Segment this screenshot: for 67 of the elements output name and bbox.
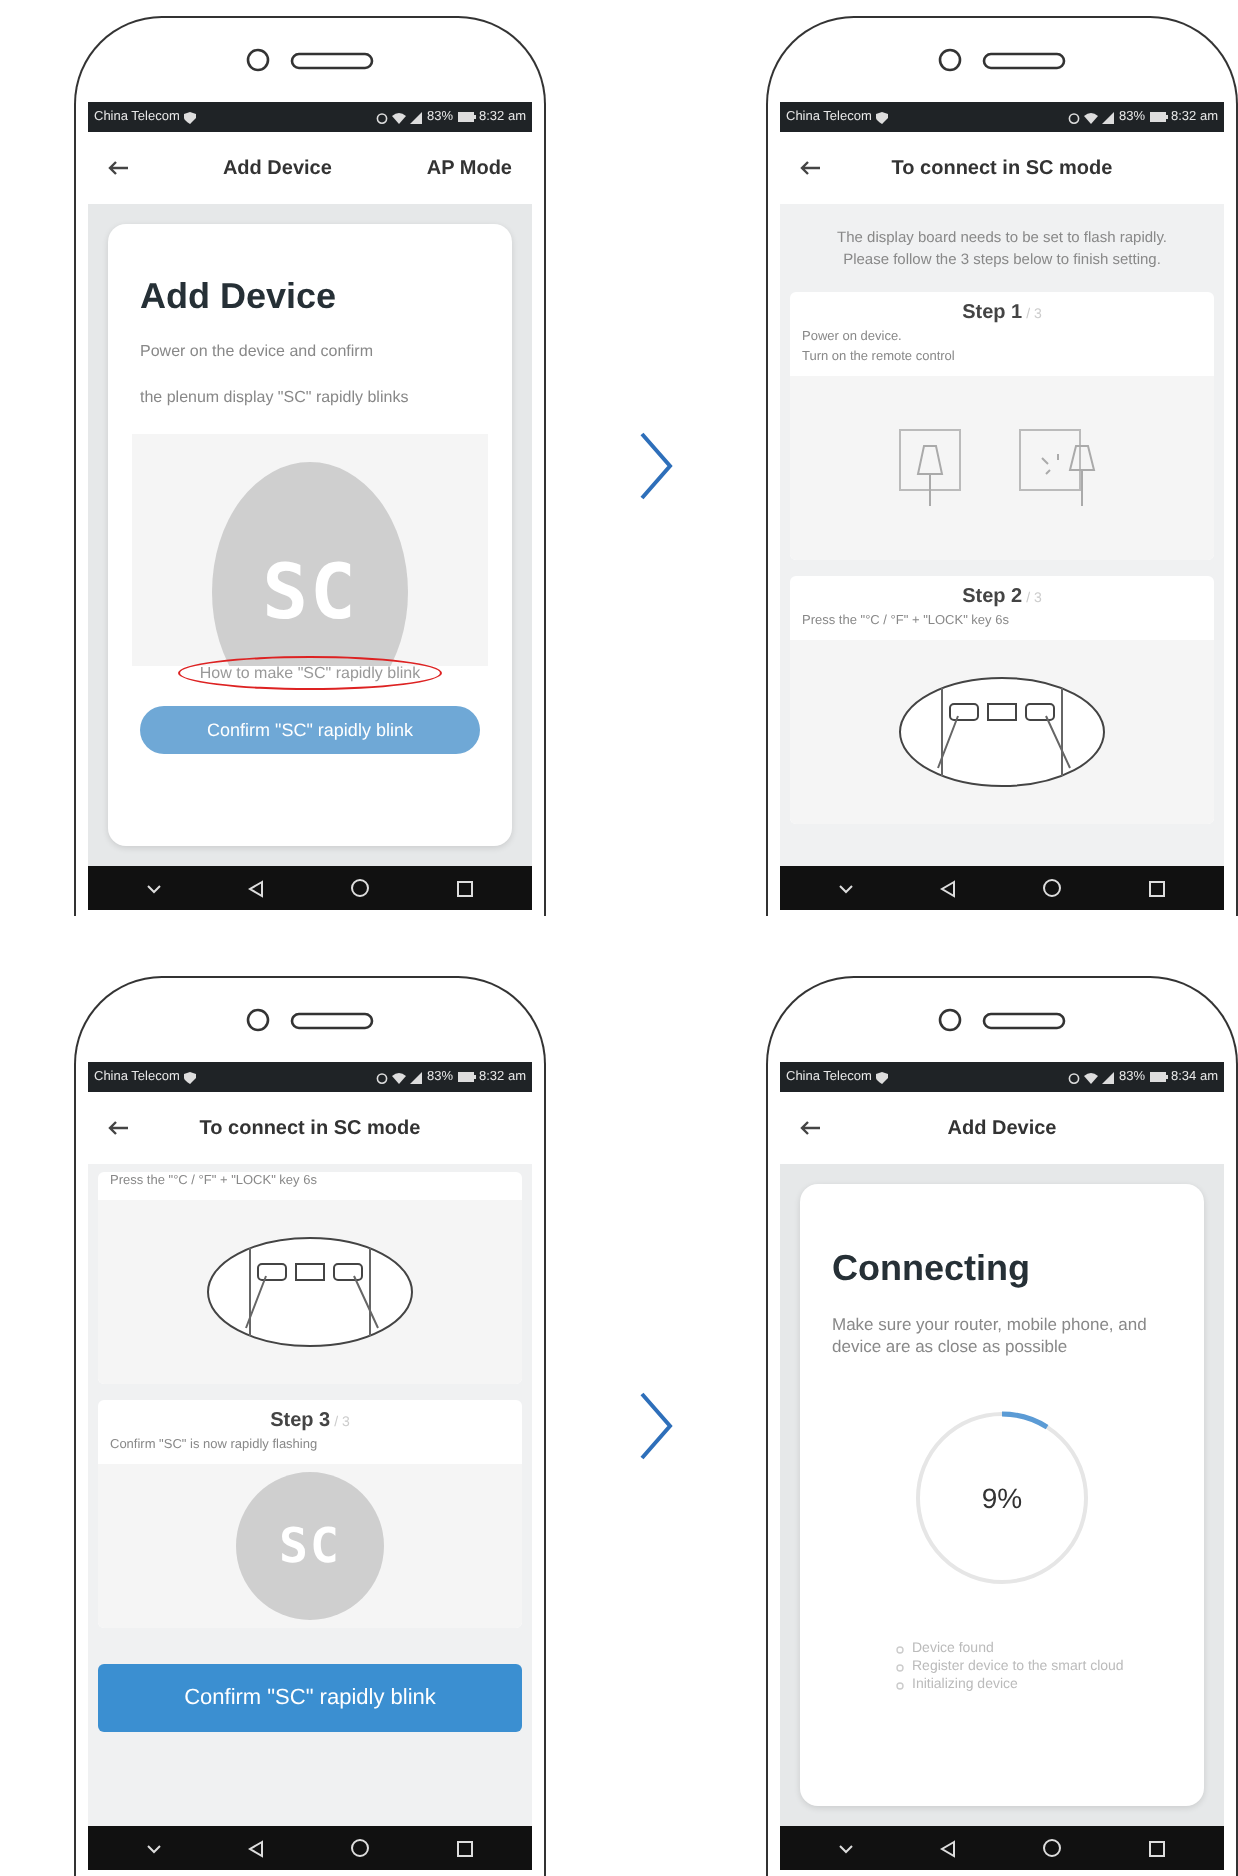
back-icon[interactable] bbox=[940, 1839, 957, 1857]
signal-icon bbox=[410, 1071, 423, 1083]
home-icon[interactable] bbox=[1041, 1838, 1062, 1858]
camera-icon bbox=[246, 48, 270, 72]
alarm-icon bbox=[1068, 1071, 1081, 1083]
home-icon[interactable] bbox=[349, 1838, 370, 1858]
header-title: Add Device bbox=[945, 1117, 1059, 1139]
signal-icon bbox=[410, 111, 423, 123]
back-icon[interactable] bbox=[940, 879, 957, 897]
chevron-down-icon[interactable] bbox=[838, 1843, 855, 1853]
shield-icon bbox=[183, 1071, 196, 1083]
back-arrow-icon[interactable] bbox=[108, 1120, 128, 1136]
wifi-icon bbox=[392, 1071, 407, 1083]
speaker-icon bbox=[290, 51, 374, 69]
header-title: Add Device bbox=[220, 157, 334, 179]
battery-icon bbox=[1149, 112, 1167, 122]
chevron-right-icon bbox=[638, 430, 674, 502]
back-arrow-icon[interactable] bbox=[108, 160, 128, 176]
bullet-icon bbox=[896, 1663, 904, 1672]
home-icon[interactable] bbox=[1041, 878, 1062, 898]
header-title: To connect in SC mode bbox=[197, 1117, 423, 1139]
chevron-right-icon bbox=[638, 1390, 674, 1462]
header-title: To connect in SC mode bbox=[889, 157, 1115, 179]
speaker-icon bbox=[982, 1011, 1066, 1029]
page-title: Add Device bbox=[140, 276, 339, 318]
back-arrow-icon[interactable] bbox=[800, 1120, 820, 1136]
back-icon[interactable] bbox=[248, 879, 265, 897]
ap-mode-link[interactable]: AP Mode bbox=[426, 157, 512, 179]
camera-icon bbox=[938, 48, 962, 72]
back-icon[interactable] bbox=[248, 1839, 265, 1857]
camera-icon bbox=[246, 1008, 270, 1032]
alarm-icon bbox=[376, 111, 389, 123]
alarm-icon bbox=[1068, 111, 1081, 123]
speaker-icon bbox=[982, 51, 1066, 69]
recents-icon[interactable] bbox=[455, 1839, 474, 1857]
shield-icon bbox=[875, 1071, 888, 1083]
confirm-button[interactable]: Confirm "SC" rapidly blink bbox=[98, 1664, 522, 1732]
shield-icon bbox=[183, 111, 196, 123]
instruction-text: the plenum display "SC" rapidly blinks bbox=[140, 388, 411, 406]
chevron-down-icon[interactable] bbox=[146, 1843, 163, 1853]
page-title: Connecting bbox=[832, 1248, 1032, 1290]
alarm-icon bbox=[376, 1071, 389, 1083]
confirm-button[interactable]: Confirm "SC" rapidly blink bbox=[140, 706, 480, 754]
signal-icon bbox=[1102, 111, 1115, 123]
shield-icon bbox=[875, 111, 888, 123]
progress-percent: 9% bbox=[981, 1482, 1023, 1515]
wifi-icon bbox=[1084, 111, 1099, 123]
chevron-down-icon[interactable] bbox=[838, 883, 855, 893]
speaker-icon bbox=[290, 1011, 374, 1029]
bullet-icon bbox=[896, 1681, 904, 1690]
help-link[interactable]: How to make "SC" rapidly blink bbox=[177, 656, 443, 690]
battery-icon bbox=[457, 1072, 475, 1082]
battery-icon bbox=[1149, 1072, 1167, 1082]
home-icon[interactable] bbox=[349, 878, 370, 898]
battery-icon bbox=[457, 112, 475, 122]
recents-icon[interactable] bbox=[1147, 1839, 1166, 1857]
recents-icon[interactable] bbox=[455, 879, 474, 897]
instruction-text: Power on the device and confirm bbox=[140, 342, 376, 360]
bullet-icon bbox=[896, 1645, 904, 1654]
back-arrow-icon[interactable] bbox=[800, 160, 820, 176]
recents-icon[interactable] bbox=[1147, 879, 1166, 897]
wifi-icon bbox=[392, 111, 407, 123]
signal-icon bbox=[1102, 1071, 1115, 1083]
chevron-down-icon[interactable] bbox=[146, 883, 163, 893]
camera-icon bbox=[938, 1008, 962, 1032]
instruction-text: Make sure your router, mobile phone, and device are as close as possible bbox=[832, 1314, 1149, 1359]
wifi-icon bbox=[1084, 1071, 1099, 1083]
